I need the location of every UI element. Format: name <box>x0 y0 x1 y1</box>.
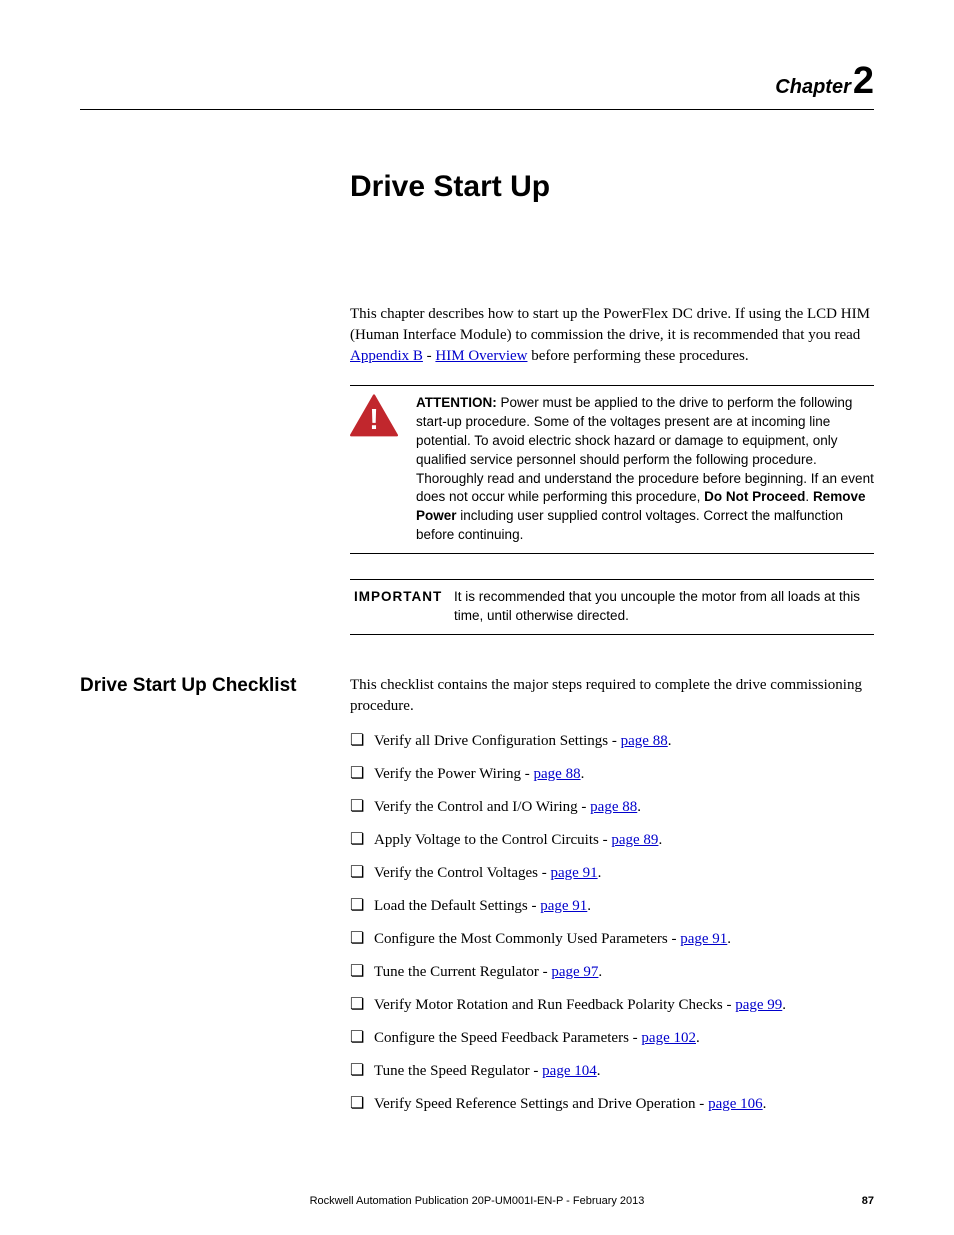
item-suffix: . <box>637 799 641 815</box>
footer-publication: Rockwell Automation Publication 20P-UM00… <box>80 1195 874 1207</box>
item-suffix: . <box>587 898 591 914</box>
list-item: ❏Verify Motor Rotation and Run Feedback … <box>350 995 874 1016</box>
item-text: Apply Voltage to the Control Circuits - <box>374 832 611 848</box>
important-box: IMPORTANT It is recommended that you unc… <box>350 579 874 635</box>
item-text: Verify Motor Rotation and Run Feedback P… <box>374 997 735 1013</box>
list-item: ❏Verify Speed Reference Settings and Dri… <box>350 1094 874 1115</box>
checkbox-icon: ❏ <box>350 797 374 816</box>
item-suffix: . <box>696 1030 700 1046</box>
item-text: Verify the Control and I/O Wiring - <box>374 799 590 815</box>
list-item: ❏Verify the Power Wiring - page 88. <box>350 764 874 785</box>
checkbox-icon: ❏ <box>350 995 374 1014</box>
attention-box: ! ATTENTION: Power must be applied to th… <box>350 385 874 554</box>
item-suffix: . <box>581 766 585 782</box>
checkbox-icon: ❏ <box>350 764 374 783</box>
list-item: ❏Verify the Control Voltages - page 91. <box>350 863 874 884</box>
checkbox-icon: ❏ <box>350 863 374 882</box>
item-text: Configure the Most Commonly Used Paramet… <box>374 931 680 947</box>
page-link[interactable]: page 91 <box>540 898 587 914</box>
checkbox-icon: ❏ <box>350 929 374 948</box>
page-link[interactable]: page 91 <box>680 931 727 947</box>
appendix-b-link[interactable]: Appendix B <box>350 348 423 364</box>
list-item: ❏Verify the Control and I/O Wiring - pag… <box>350 797 874 818</box>
checkbox-icon: ❏ <box>350 896 374 915</box>
checklist: ❏Verify all Drive Configuration Settings… <box>350 731 874 1115</box>
page-link[interactable]: page 89 <box>611 832 658 848</box>
intro-mid: - <box>423 348 436 364</box>
chapter-header: Chapter2 <box>80 60 874 103</box>
attention-mid-1: . <box>805 489 813 504</box>
page-link[interactable]: page 97 <box>551 964 598 980</box>
checkbox-icon: ❏ <box>350 830 374 849</box>
page-link[interactable]: page 102 <box>641 1030 696 1046</box>
item-suffix: . <box>598 865 602 881</box>
list-item: ❏Verify all Drive Configuration Settings… <box>350 731 874 752</box>
item-suffix: . <box>658 832 662 848</box>
intro-paragraph: This chapter describes how to start up t… <box>350 304 874 367</box>
item-text: Tune the Current Regulator - <box>374 964 551 980</box>
item-suffix: . <box>597 1063 601 1079</box>
him-overview-link[interactable]: HIM Overview <box>435 348 527 364</box>
item-text: Verify Speed Reference Settings and Driv… <box>374 1096 708 1112</box>
page-link[interactable]: page 99 <box>735 997 782 1013</box>
item-suffix: . <box>782 997 786 1013</box>
item-suffix: . <box>727 931 731 947</box>
page-footer: Rockwell Automation Publication 20P-UM00… <box>80 1195 874 1207</box>
page-link[interactable]: page 106 <box>708 1096 763 1112</box>
checkbox-icon: ❏ <box>350 731 374 750</box>
page-title: Drive Start Up <box>350 170 874 204</box>
checkbox-icon: ❏ <box>350 1061 374 1080</box>
intro-text-1: This chapter describes how to start up t… <box>350 306 870 343</box>
item-suffix: . <box>668 733 672 749</box>
item-text: Verify all Drive Configuration Settings … <box>374 733 621 749</box>
svg-text:!: ! <box>369 404 379 436</box>
checkbox-icon: ❏ <box>350 962 374 981</box>
checklist-intro: This checklist contains the major steps … <box>350 675 874 717</box>
intro-text-2: before performing these procedures. <box>527 348 748 364</box>
attention-label: ATTENTION: <box>416 395 497 410</box>
list-item: ❏Apply Voltage to the Control Circuits -… <box>350 830 874 851</box>
page-link[interactable]: page 91 <box>551 865 598 881</box>
page-link[interactable]: page 88 <box>590 799 637 815</box>
item-text: Load the Default Settings - <box>374 898 540 914</box>
item-suffix: . <box>763 1096 767 1112</box>
page-link[interactable]: page 104 <box>542 1063 597 1079</box>
chapter-number: 2 <box>853 60 874 102</box>
chapter-label: Chapter <box>775 76 851 98</box>
list-item: ❏Tune the Speed Regulator - page 104. <box>350 1061 874 1082</box>
sidebar-heading: Drive Start Up Checklist <box>80 675 350 1127</box>
item-text: Verify the Control Voltages - <box>374 865 551 881</box>
attention-bold-1: Do Not Proceed <box>704 489 805 504</box>
list-item: ❏Configure the Speed Feedback Parameters… <box>350 1028 874 1049</box>
header-rule <box>80 109 874 110</box>
checkbox-icon: ❏ <box>350 1094 374 1113</box>
footer-page-number: 87 <box>862 1195 874 1207</box>
item-text: Tune the Speed Regulator - <box>374 1063 542 1079</box>
important-label: IMPORTANT <box>354 588 454 626</box>
page-link[interactable]: page 88 <box>621 733 668 749</box>
checkbox-icon: ❏ <box>350 1028 374 1047</box>
list-item: ❏Load the Default Settings - page 91. <box>350 896 874 917</box>
item-text: Verify the Power Wiring - <box>374 766 534 782</box>
important-text: It is recommended that you uncouple the … <box>454 588 870 626</box>
item-text: Configure the Speed Feedback Parameters … <box>374 1030 641 1046</box>
item-suffix: . <box>598 964 602 980</box>
attention-icon: ! <box>350 394 416 545</box>
attention-body-2: including user supplied control voltages… <box>416 508 843 542</box>
page-link[interactable]: page 88 <box>534 766 581 782</box>
list-item: ❏Configure the Most Commonly Used Parame… <box>350 929 874 950</box>
attention-text: ATTENTION: Power must be applied to the … <box>416 394 874 545</box>
list-item: ❏Tune the Current Regulator - page 97. <box>350 962 874 983</box>
